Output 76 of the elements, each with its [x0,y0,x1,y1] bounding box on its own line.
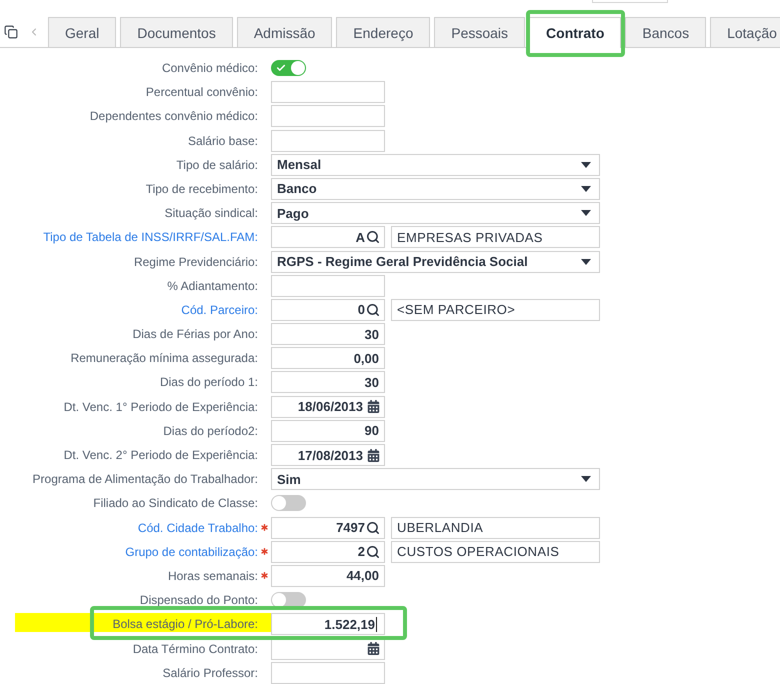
dropdown-caret-icon [581,476,591,482]
date-field[interactable]: 18/06/2013 [271,396,385,418]
select-field[interactable]: RGPS - Regime Geral Previdência Social [271,250,600,272]
description-field: CUSTOS OPERACIONAIS [391,540,600,563]
dropdown-caret-icon [581,186,591,192]
text-field[interactable] [271,662,385,684]
search-icon[interactable] [366,302,380,317]
field-label: Data Término Contrato: [132,642,258,656]
toggle-switch[interactable] [271,60,306,76]
select-field[interactable]: Mensal [271,154,600,176]
toggle-switch[interactable] [271,495,306,512]
field-label: Horas semanais: [168,568,258,583]
check-icon [276,63,286,73]
field-label: Salário Professor: [162,666,258,680]
field-label: Programa de Alimentação do Trabalhador: [32,472,258,486]
field-link[interactable]: Cód. Parceiro: [181,302,258,317]
search-icon[interactable] [366,544,380,559]
search-icon[interactable] [366,520,380,535]
field-label: Percentual convênio: [146,85,258,100]
field-link[interactable]: Grupo de contabilização: [125,544,258,559]
dropdown-caret-icon [581,258,591,264]
text-field[interactable] [271,105,385,128]
field-label: Tipo de recebimento: [146,182,258,196]
field-label: Dt. Venc. 1° Periodo de Experiência: [64,400,258,414]
calendar-icon[interactable] [367,448,380,462]
field-label: Dias do período 1: [160,375,258,390]
field-label: Convênio médico: [162,61,258,75]
text-field[interactable] [271,274,385,297]
text-field[interactable]: 30 [271,371,385,394]
field-label: Dependentes convênio médico: [90,109,258,124]
field-link[interactable]: Cód. Cidade Trabalho: [138,520,258,535]
code-field[interactable]: A [271,226,385,248]
text-field[interactable]: 1.522,19 [271,613,385,636]
dropdown-caret-icon [581,210,591,216]
field-label: Dispensado do Ponto: [140,593,258,608]
tab[interactable]: Geral [48,17,116,47]
text-field[interactable]: 30 [271,323,385,346]
field-label: Bolsa estágio / Pró-Labore: [112,617,258,632]
description-field: UBERLANDIA [391,516,600,539]
text-field[interactable]: 90 [271,420,385,442]
text-field[interactable] [271,130,385,152]
tab[interactable]: Endereço [336,17,430,47]
code-field[interactable]: 7497 [271,516,385,539]
copy-icon[interactable] [4,25,18,39]
select-field[interactable]: Sim [271,468,600,490]
field-label: % Adiantamento: [167,278,258,293]
text-field[interactable] [271,81,385,104]
field-label: Salário base: [188,134,258,148]
field-label: Dias do período2: [163,424,258,438]
tab[interactable]: Documentos [120,17,233,47]
field-label: Dias de Férias por Ano: [132,327,258,342]
select-field[interactable]: Pago [271,202,600,224]
description-field: EMPRESAS PRIVADAS [391,226,600,248]
date-field[interactable]: 17/08/2013 [271,444,385,466]
code-field[interactable]: 2 [271,540,385,563]
calendar-icon[interactable] [367,400,380,414]
code-field[interactable]: 0 [271,298,385,321]
description-field: <SEM PARCEIRO> [391,298,600,321]
field-label: Dt. Venc. 2° Periodo de Experiência: [64,448,258,462]
field-label: Situação sindical: [164,206,258,220]
field-link[interactable]: Tipo de Tabela de INSS/IRRF/SAL.FAM: [43,230,258,244]
text-field[interactable]: 44,00 [271,564,385,587]
field-label: Regime Previdenciário: [134,254,258,268]
text-field[interactable]: 0,00 [271,347,385,370]
field-label: Remuneração mínima assegurada: [70,351,258,366]
tab[interactable]: Lotação [710,17,780,47]
tab[interactable]: Bancos [625,17,706,47]
field-label: Filiado ao Sindicato de Classe: [93,496,258,510]
tab[interactable]: Admissão [236,17,332,47]
search-icon[interactable] [366,230,380,244]
select-field[interactable]: Banco [271,178,600,200]
dropdown-caret-icon [581,162,591,168]
calendar-icon[interactable] [367,642,380,655]
tab[interactable]: Pessoais [434,17,526,47]
tab[interactable]: Contrato [529,17,622,48]
field-label: Tipo de salário: [176,158,258,172]
